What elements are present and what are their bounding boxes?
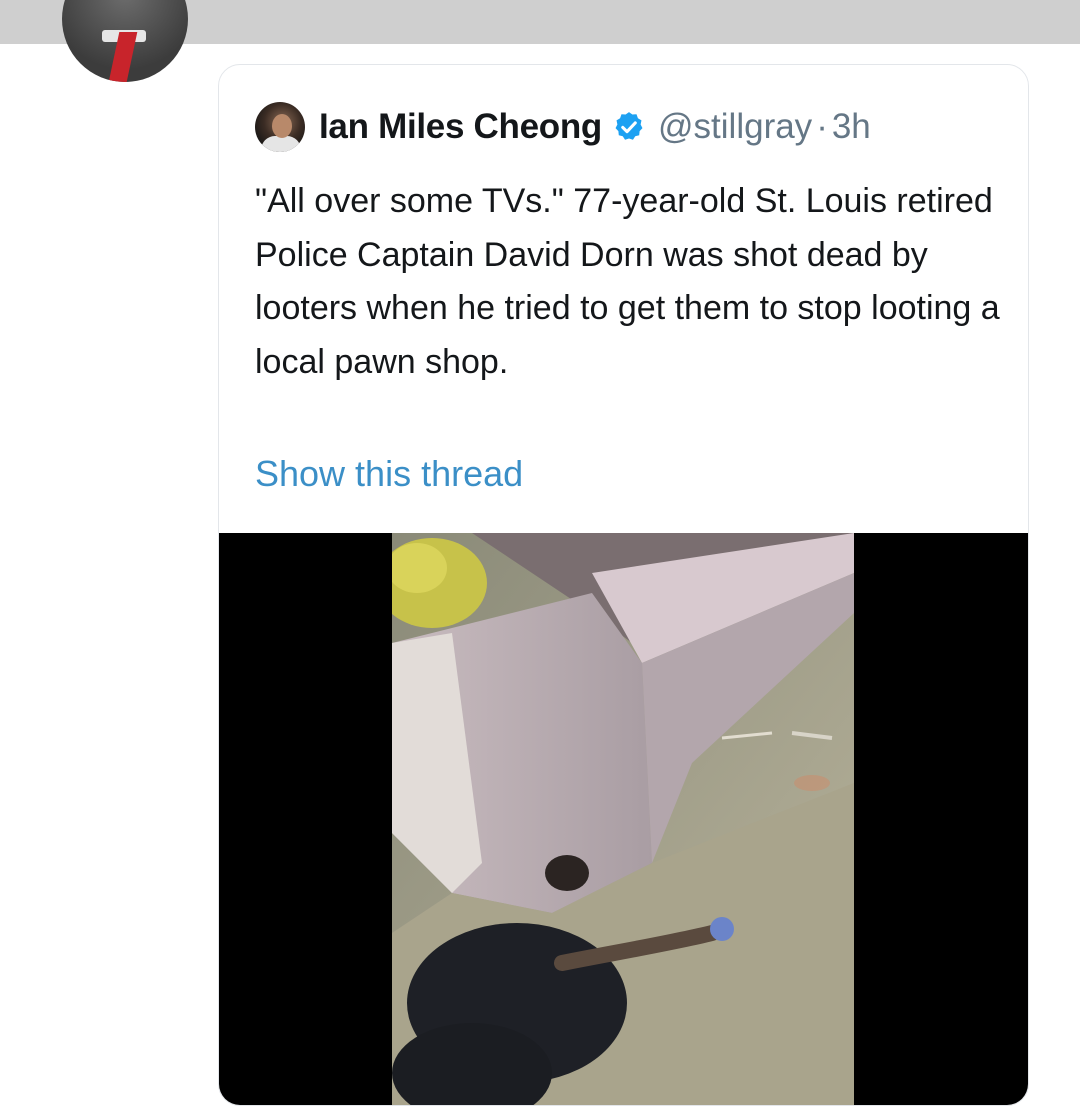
author-name[interactable]: Ian Miles Cheong: [319, 107, 602, 147]
tweet-media-video[interactable]: [219, 533, 1028, 1105]
tweet-text: "All over some TVs." 77-year-old St. Lou…: [255, 182, 1000, 381]
tweet-timestamp[interactable]: 3h: [832, 107, 871, 147]
video-frame-image: [392, 533, 854, 1105]
author-avatar[interactable]: [255, 102, 305, 152]
separator-dot: ·: [816, 107, 828, 146]
reply-avatar[interactable]: [62, 0, 188, 82]
show-thread-link[interactable]: Show this thread: [255, 453, 523, 495]
author-handle[interactable]: @stillgray: [658, 107, 812, 147]
avatar-shirt: [261, 136, 301, 152]
quoted-tweet-card[interactable]: Ian Miles Cheong @stillgray · 3h "All ov…: [218, 64, 1029, 1106]
avatar-face: [272, 114, 292, 138]
verified-badge-icon: [615, 112, 643, 140]
tweet-header: Ian Miles Cheong @stillgray · 3h: [255, 99, 1008, 155]
